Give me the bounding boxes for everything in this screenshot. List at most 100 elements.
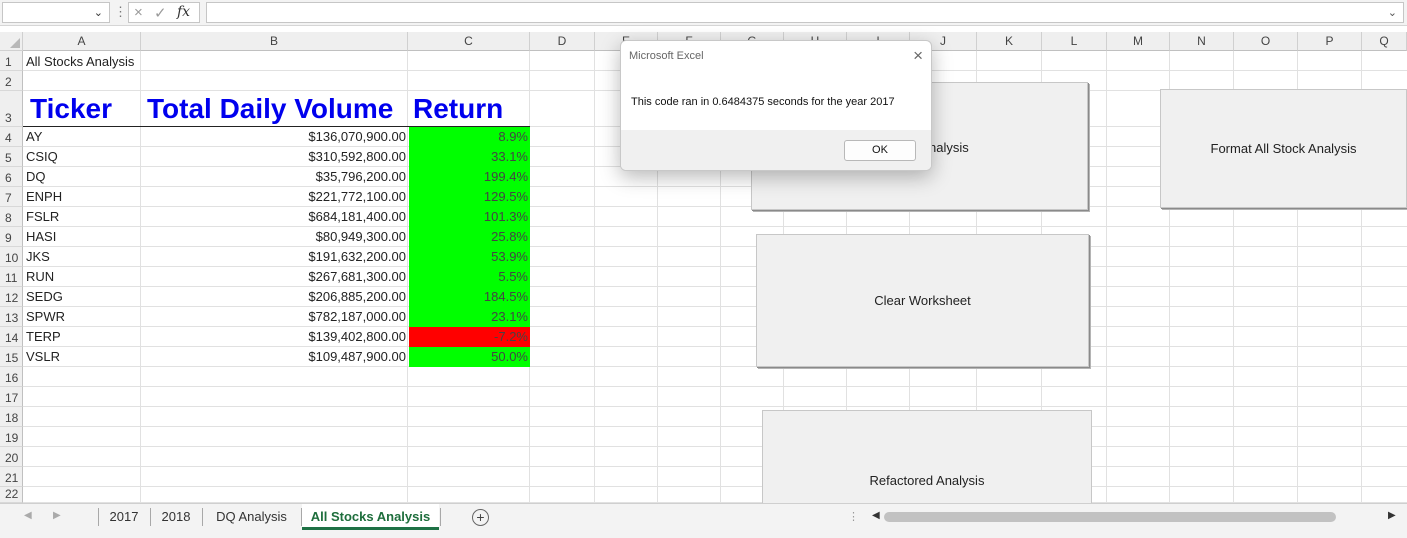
column-header-n[interactable]: N	[1170, 32, 1234, 51]
row-header-3[interactable]: 3	[0, 91, 23, 127]
ticker-cell[interactable]: RUN	[26, 267, 54, 286]
dialog-footer: OK	[621, 130, 931, 170]
header-return[interactable]: Return	[413, 91, 503, 127]
volume-cell[interactable]: $684,181,400.00	[141, 207, 408, 226]
ticker-cell[interactable]: ENPH	[26, 187, 62, 206]
row-header-4[interactable]: 4	[0, 127, 23, 147]
row-header-12[interactable]: 12	[0, 287, 23, 307]
row-header-19[interactable]: 19	[0, 427, 23, 447]
close-icon[interactable]: ×	[913, 46, 923, 66]
return-cell[interactable]: 50.0%	[409, 347, 530, 367]
ticker-cell[interactable]: TERP	[26, 327, 61, 346]
scroll-left-icon[interactable]: ◀	[872, 510, 880, 521]
expand-formula-bar-icon[interactable]: ⌄	[1388, 6, 1397, 19]
volume-cell[interactable]: $136,070,900.00	[141, 127, 408, 146]
confirm-icon[interactable]: ✓	[154, 4, 167, 22]
header-ticker[interactable]: Ticker	[30, 91, 112, 127]
column-header-l[interactable]: L	[1042, 32, 1107, 51]
volume-cell[interactable]: $80,949,300.00	[141, 227, 408, 246]
formula-input[interactable]: ⌄	[206, 2, 1404, 23]
cell-a1[interactable]: All Stocks Analysis	[26, 52, 134, 71]
return-cell[interactable]: 8.9%	[409, 127, 530, 147]
return-cell[interactable]: 129.5%	[409, 187, 530, 207]
return-cell[interactable]: 5.5%	[409, 267, 530, 287]
tab-split-handle[interactable]: ⋮	[848, 510, 859, 523]
scroll-tabs-right-icon[interactable]: ▶	[53, 510, 61, 521]
volume-cell[interactable]: $221,772,100.00	[141, 187, 408, 206]
column-header-o[interactable]: O	[1234, 32, 1298, 51]
return-cell[interactable]: 33.1%	[409, 147, 530, 167]
return-cell[interactable]: -7.2%	[409, 327, 530, 347]
row-header-6[interactable]: 6	[0, 167, 23, 187]
dialog-message: This code ran in 0.6484375 seconds for t…	[631, 96, 895, 108]
row-header-22[interactable]: 22	[0, 487, 23, 503]
ticker-cell[interactable]: HASI	[26, 227, 56, 246]
row-header-8[interactable]: 8	[0, 207, 23, 227]
ok-button[interactable]: OK	[844, 140, 916, 161]
ticker-cell[interactable]: SEDG	[26, 287, 63, 306]
row-header-21[interactable]: 21	[0, 467, 23, 487]
column-header-p[interactable]: P	[1298, 32, 1362, 51]
refactored-analysis-button[interactable]: Refactored Analysis	[762, 410, 1092, 503]
row-header-11[interactable]: 11	[0, 267, 23, 287]
ticker-cell[interactable]: FSLR	[26, 207, 59, 226]
add-sheet-icon[interactable]: +	[472, 509, 489, 526]
name-box[interactable]: ⌄	[2, 2, 110, 23]
message-dialog: Microsoft Excel × This code ran in 0.648…	[620, 40, 932, 171]
chevron-down-icon[interactable]: ⌄	[94, 6, 103, 19]
ticker-cell[interactable]: SPWR	[26, 307, 65, 326]
row-header-17[interactable]: 17	[0, 387, 23, 407]
volume-cell[interactable]: $267,681,300.00	[141, 267, 408, 286]
row-header-18[interactable]: 18	[0, 407, 23, 427]
row-header-9[interactable]: 9	[0, 227, 23, 247]
ticker-cell[interactable]: JKS	[26, 247, 50, 266]
tab-2017[interactable]: 2017	[99, 504, 149, 530]
tab-dq-analysis[interactable]: DQ Analysis	[203, 504, 300, 530]
scroll-right-icon[interactable]: ▶	[1388, 510, 1396, 521]
column-header-a[interactable]: A	[23, 32, 141, 51]
row-header-20[interactable]: 20	[0, 447, 23, 467]
row-header-5[interactable]: 5	[0, 147, 23, 167]
tab-2018[interactable]: 2018	[151, 504, 201, 530]
header-volume[interactable]: Total Daily Volume	[147, 91, 393, 127]
row-header-16[interactable]: 16	[0, 367, 23, 387]
row-header-7[interactable]: 7	[0, 187, 23, 207]
column-header-b[interactable]: B	[141, 32, 408, 51]
column-header-d[interactable]: D	[530, 32, 595, 51]
volume-cell[interactable]: $139,402,800.00	[141, 327, 408, 346]
return-cell[interactable]: 101.3%	[409, 207, 530, 227]
ticker-cell[interactable]: CSIQ	[26, 147, 58, 166]
column-header-q[interactable]: Q	[1362, 32, 1407, 51]
volume-cell[interactable]: $206,885,200.00	[141, 287, 408, 306]
return-cell[interactable]: 199.4%	[409, 167, 530, 187]
clear-worksheet-button[interactable]: Clear Worksheet	[756, 234, 1089, 367]
column-header-m[interactable]: M	[1107, 32, 1170, 51]
row-header-14[interactable]: 14	[0, 327, 23, 347]
volume-cell[interactable]: $109,487,900.00	[141, 347, 408, 366]
volume-cell[interactable]: $782,187,000.00	[141, 307, 408, 326]
horizontal-scrollbar[interactable]	[884, 512, 1336, 522]
row-header-15[interactable]: 15	[0, 347, 23, 367]
column-header-k[interactable]: K	[977, 32, 1042, 51]
return-cell[interactable]: 184.5%	[409, 287, 530, 307]
cancel-icon[interactable]: ×	[134, 4, 143, 21]
return-cell[interactable]: 53.9%	[409, 247, 530, 267]
select-all-button[interactable]	[0, 32, 23, 51]
volume-cell[interactable]: $191,632,200.00	[141, 247, 408, 266]
insert-function-icon[interactable]: fx	[177, 4, 190, 20]
ticker-cell[interactable]: DQ	[26, 167, 46, 186]
return-cell[interactable]: 25.8%	[409, 227, 530, 247]
volume-cell[interactable]: $310,592,800.00	[141, 147, 408, 166]
ticker-cell[interactable]: VSLR	[26, 347, 60, 366]
volume-cell[interactable]: $35,796,200.00	[141, 167, 408, 186]
row-header-2[interactable]: 2	[0, 71, 23, 91]
row-header-10[interactable]: 10	[0, 247, 23, 267]
column-header-c[interactable]: C	[408, 32, 530, 51]
format-all-stock-analysis-button[interactable]: Format All Stock Analysis	[1160, 89, 1407, 208]
return-cell[interactable]: 23.1%	[409, 307, 530, 327]
scroll-tabs-left-icon[interactable]: ◀	[24, 510, 32, 521]
ticker-cell[interactable]: AY	[26, 127, 42, 146]
row-header-13[interactable]: 13	[0, 307, 23, 327]
more-options-icon[interactable]: ⋮	[114, 4, 127, 20]
row-header-1[interactable]: 1	[0, 51, 23, 71]
